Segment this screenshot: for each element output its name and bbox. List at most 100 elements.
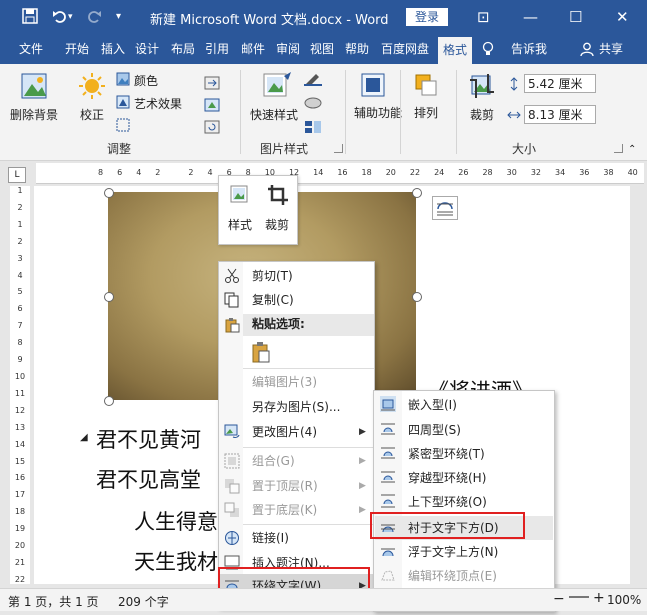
word-count[interactable]: 209 个字 [118,593,169,610]
height-input[interactable]: 5.42 厘米 [524,74,596,93]
zoom-level[interactable]: 100% [607,593,641,607]
wrap-square[interactable]: 四周型(S) [408,418,461,442]
edit-wrap-points-icon [380,568,396,584]
reset-picture-icon[interactable] [204,120,220,134]
undo-dropdown-icon[interactable]: ▾ [68,8,73,26]
maximize-icon[interactable]: ☐ [569,8,582,26]
minimize-icon[interactable]: — [523,8,538,26]
paragraph-collapse-icon[interactable]: ◢ [80,432,88,443]
zoom-slider[interactable] [569,596,589,598]
wrap-top-bottom[interactable]: 上下型环绕(O) [408,490,487,514]
picture-effects-icon[interactable] [304,96,322,110]
crop-icon[interactable] [468,72,496,100]
quick-styles-button[interactable]: 快速样式 [250,106,298,123]
zoom-in-button[interactable]: + [593,590,605,606]
tab-design[interactable]: 设计 [131,34,163,64]
tab-home[interactable]: 开始 [61,34,93,64]
resize-handle[interactable] [412,188,422,198]
document-title: 新建 Microsoft Word 文档.docx - Word [150,13,389,28]
crop-icon-mini[interactable] [267,184,289,206]
tab-format[interactable]: 格式 [438,37,472,64]
tab-file[interactable]: 文件 [10,34,52,64]
zoom-out-button[interactable]: − [553,591,565,607]
wrap-inline[interactable]: 嵌入型(I) [408,393,457,417]
menu-save-as-picture[interactable]: 另存为图片(S)... [252,395,340,419]
resize-handle[interactable] [412,292,422,302]
alt-text-icon[interactable] [360,72,386,98]
artistic-effects-icon[interactable] [116,95,130,109]
save-icon[interactable] [22,8,38,28]
menu-link[interactable]: 链接(I) [252,526,289,550]
tab-help[interactable]: 帮助 [340,34,374,64]
share-button[interactable]: 共享 [596,34,626,64]
vertical-ruler[interactable]: 1 2 1 2 3 4 5 6 7 8 9 10 11 12 13 14 15 16 17 18 19 20 21 22 [10,186,30,584]
remove-background-icon[interactable] [20,72,48,100]
status-bar: 第 1 页，共 1 页 209 个字 − + 100% [0,588,647,611]
paste-keep-source-icon[interactable] [251,341,271,363]
tab-baidu-netdisk[interactable]: 百度网盘 [376,34,434,64]
color-button[interactable]: 颜色 [134,72,158,89]
compress-pictures-icon[interactable] [204,76,220,90]
arrange-icon[interactable] [413,72,439,98]
picture-border-icon[interactable] [304,72,322,87]
tell-me-search[interactable]: 告诉我 [506,34,552,64]
login-button[interactable]: 登录 [406,8,448,26]
poem-line: 君不见黄河 [96,428,201,452]
crop-button-mini[interactable]: 裁剪 [265,216,289,233]
customize-qat-icon[interactable]: ▾ [116,8,121,26]
layout-options-icon[interactable] [432,196,458,220]
size-group-label: 大小 [512,142,537,156]
accessibility-button[interactable]: 辅助功能 [354,104,402,121]
crop-button[interactable]: 裁剪 [470,106,494,123]
style-icon[interactable] [229,184,251,206]
tab-review[interactable]: 审阅 [272,34,304,64]
transparency-icon[interactable] [116,118,130,132]
tab-references[interactable]: 引用 [201,34,233,64]
picture-layout-icon[interactable] [304,120,322,134]
page-count[interactable]: 第 1 页，共 1 页 [8,593,99,610]
sun-corrections-icon[interactable] [78,72,106,100]
redo-icon [86,8,102,28]
wrap-through[interactable]: 穿越型环绕(H) [408,466,486,490]
tab-insert[interactable]: 插入 [97,34,129,64]
resize-handle[interactable] [104,292,114,302]
resize-handle[interactable] [104,396,114,406]
arrange-button[interactable]: 排列 [414,104,438,121]
poem-line: 人生得意 [134,510,218,534]
color-icon[interactable] [116,72,130,86]
tab-view[interactable]: 视图 [306,34,338,64]
scissors-icon [224,268,240,284]
collapse-ribbon-icon[interactable]: ⌃ [628,144,636,155]
tab-mailings[interactable]: 邮件 [237,34,269,64]
style-button[interactable]: 样式 [228,216,252,233]
submenu-arrow-icon: ▶ [359,505,366,515]
mini-toolbar: 样式 裁剪 [218,175,298,245]
wrap-in-front-of-text[interactable]: 浮于文字上方(N) [408,540,498,564]
quick-styles-icon[interactable] [262,72,292,100]
resize-handle[interactable] [104,188,114,198]
horizontal-ruler[interactable]: 8 6 4 2 2 4 6 8 10 12 14 16 18 20 22 24 26 28 30 32 34 36 38 40 [36,163,644,184]
ribbon-display-icon[interactable]: ⊡ [477,8,490,26]
menu-cut[interactable]: 剪切(T) [252,264,293,288]
wrap-tight[interactable]: 紧密型环绕(T) [408,442,485,466]
close-icon[interactable]: ✕ [616,8,629,26]
share-person-icon[interactable] [578,34,596,64]
menu-change-picture[interactable]: 更改图片(4) [252,420,317,444]
size-dialog-launcher-icon[interactable] [614,144,623,153]
ribbon-format: 删除背景 校正 颜色 艺术效果 调整 快速样式 图片样式 辅助功能 排列 裁剪 … [0,64,647,161]
remove-background-button[interactable]: 删除背景 [10,106,58,123]
tab-selector[interactable]: L [8,167,26,183]
highlight-box [370,512,525,539]
undo-icon[interactable] [52,8,68,28]
tab-layout[interactable]: 布局 [167,34,199,64]
corrections-button[interactable]: 校正 [80,106,104,123]
width-input[interactable]: 8.13 厘米 [524,105,596,124]
change-picture-icon-ribbon[interactable] [204,98,220,112]
dialog-launcher-icon[interactable] [334,144,343,153]
menu-copy[interactable]: 复制(C) [252,288,294,312]
menu-edit-picture: 编辑图片(3) [252,375,317,389]
lightbulb-icon[interactable] [480,34,496,64]
paste-options-label: 粘贴选项: [252,317,305,331]
menu-bring-to-front: 置于顶层(R) [252,479,318,493]
artistic-effects-button[interactable]: 艺术效果 [134,95,182,112]
